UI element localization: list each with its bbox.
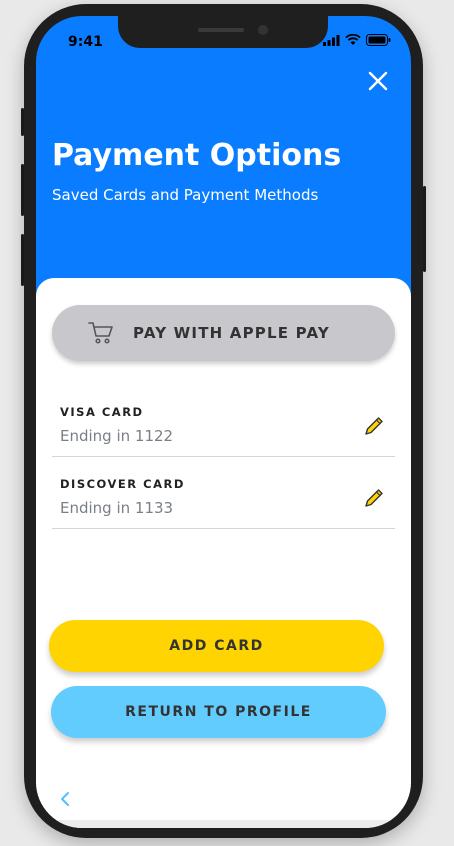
card-ending: Ending in 1122 [60,427,174,445]
chevron-left-icon[interactable] [58,789,72,809]
apple-pay-label: PAY WITH APPLE PAY [133,324,330,342]
page-title: Payment Options [52,138,342,173]
apple-pay-button[interactable]: PAY WITH APPLE PAY [52,305,395,361]
notch [118,16,328,48]
status-time: 9:41 [68,34,103,50]
battery-icon [366,34,391,46]
return-to-profile-button[interactable]: RETURN TO PROFILE [51,686,386,738]
card-name: VISA CARD [60,405,144,419]
wifi-icon [345,34,361,45]
camera [258,25,268,35]
phone-frame: 9:41 Payment Options Saved Cards and Pay… [21,4,426,838]
mute-switch [21,108,24,136]
cart-icon [88,322,113,344]
power-button [423,186,426,272]
screen: 9:41 Payment Options Saved Cards and Pay… [36,16,411,828]
pencil-icon[interactable] [363,415,385,437]
card-ending: Ending in 1133 [60,499,174,517]
volume-up-button [21,164,24,216]
payment-sheet: PAY WITH APPLE PAY VISA CARD Ending in 1… [36,278,411,828]
page-subtitle: Saved Cards and Payment Methods [52,186,319,204]
pencil-icon[interactable] [363,487,385,509]
card-row-discover[interactable]: DISCOVER CARD Ending in 1133 [52,457,395,529]
add-card-button[interactable]: ADD CARD [49,620,384,672]
close-icon[interactable] [365,68,391,94]
card-name: DISCOVER CARD [60,477,185,491]
status-icons [323,34,391,46]
card-row-visa[interactable]: VISA CARD Ending in 1122 [52,385,395,457]
home-indicator-area [36,820,411,828]
signal-icon [323,34,340,46]
volume-down-button [21,234,24,286]
speaker [198,28,244,32]
